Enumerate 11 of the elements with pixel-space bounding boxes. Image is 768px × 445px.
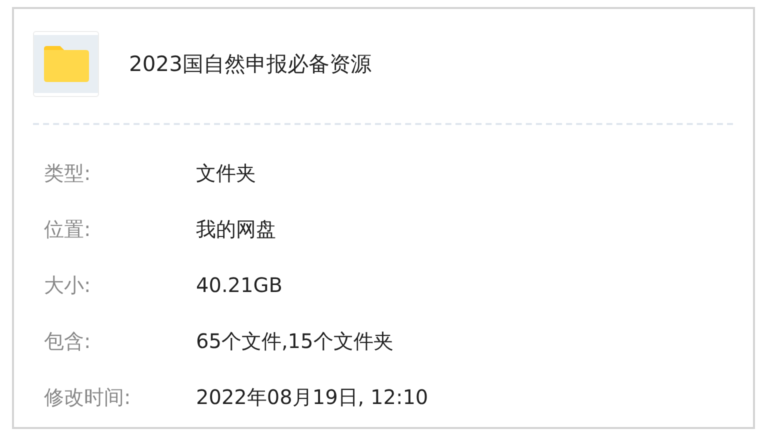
property-label: 大小: — [44, 272, 92, 298]
property-label: 位置: — [44, 216, 92, 242]
property-label: 修改时间: — [44, 384, 132, 410]
property-value: 我的网盘 — [196, 216, 276, 242]
property-value: 文件夹 — [196, 160, 256, 186]
property-label: 包含: — [44, 328, 92, 354]
folder-name: 2023国自然申报必备资源 — [129, 51, 372, 78]
property-value: 40.21GB — [196, 273, 282, 297]
property-value: 65个文件,15个文件夹 — [196, 328, 394, 354]
property-value: 2022年08月19日, 12:10 — [196, 384, 428, 410]
property-label: 类型: — [44, 160, 92, 186]
